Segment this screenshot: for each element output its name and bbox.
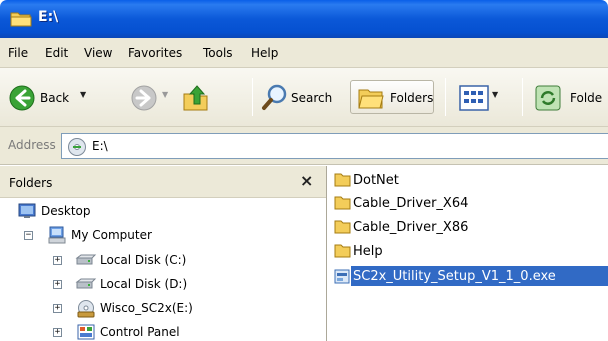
forward-arrow-icon <box>131 85 157 111</box>
file-item-cable-driver-x86[interactable]: Cable_Driver_X86 <box>334 218 604 240</box>
file-name: Cable_Driver_X64 <box>353 196 469 211</box>
folders-icon <box>358 89 384 109</box>
address-value: E:\ <box>92 139 108 153</box>
folders-button[interactable]: Folders <box>350 68 434 127</box>
my-computer-icon <box>48 226 66 244</box>
expand-icon[interactable]: + <box>53 280 62 289</box>
expand-icon[interactable]: + <box>53 328 62 337</box>
tree-item-wisco-drive-e[interactable]: + Wisco_SC2x(E:) <box>0 298 320 320</box>
back-arrow-icon <box>9 85 35 111</box>
back-dropdown-icon[interactable]: ▼ <box>80 90 86 99</box>
address-bar: Address E:\ <box>0 127 608 165</box>
up-folder-icon <box>183 85 208 111</box>
file-name: Cable_Driver_X86 <box>353 220 469 235</box>
file-item-cable-driver-x64[interactable]: Cable_Driver_X64 <box>334 194 604 216</box>
search-button[interactable]: Search <box>257 68 343 127</box>
menu-help[interactable]: Help <box>251 46 278 60</box>
tree-item-local-disk-c[interactable]: + Local Disk (C:) <box>0 250 320 272</box>
tree-item-desktop[interactable]: Desktop <box>0 201 320 223</box>
forward-dropdown-icon[interactable]: ▼ <box>162 90 168 99</box>
tree-item-label: Local Disk (D:) <box>100 277 188 291</box>
address-label: Address <box>8 138 56 152</box>
toolbar-separator <box>445 78 446 116</box>
toolbar-separator <box>522 78 523 116</box>
title-bar[interactable]: E:\ <box>0 0 608 38</box>
tree-item-label: My Computer <box>71 228 152 242</box>
tree-item-label: Local Disk (C:) <box>100 253 187 267</box>
cd-drive-icon <box>77 300 95 318</box>
desktop-icon <box>18 203 36 218</box>
tree-item-label: Control Panel <box>100 325 180 339</box>
menu-tools[interactable]: Tools <box>203 46 233 60</box>
views-button[interactable]: ▼ <box>455 68 509 127</box>
cd-drive-icon <box>68 138 86 156</box>
window-title: E:\ <box>38 9 59 25</box>
file-name: DotNet <box>353 173 399 188</box>
folder-icon <box>10 12 32 27</box>
search-label: Search <box>291 91 333 105</box>
back-button[interactable]: Back ▼ <box>4 68 122 127</box>
menu-favorites[interactable]: Favorites <box>128 46 182 60</box>
control-panel-icon <box>77 324 95 340</box>
tree-item-label: Desktop <box>41 204 91 218</box>
menu-file[interactable]: File <box>8 46 28 60</box>
hard-disk-icon <box>75 278 97 289</box>
menu-bar: File Edit View Favorites Tools Help <box>0 38 608 68</box>
back-label: Back <box>40 91 70 105</box>
folder-sync-icon <box>535 85 561 111</box>
folder-options-button[interactable]: Folde <box>530 68 608 127</box>
toolbar-separator <box>252 78 253 116</box>
up-folder-button[interactable] <box>178 68 214 127</box>
collapse-icon[interactable]: − <box>24 231 33 240</box>
hard-disk-icon <box>75 254 97 265</box>
tree-item-label: Wisco_SC2x(E:) <box>100 301 193 315</box>
folder-icon <box>334 196 351 210</box>
file-name: Help <box>353 244 383 259</box>
tree-item-my-computer[interactable]: − My Computer <box>0 225 320 247</box>
folder-icon <box>334 173 351 187</box>
file-item-help[interactable]: Help <box>334 242 604 264</box>
folder-icon <box>334 220 351 234</box>
folders-pane-header: Folders × <box>0 166 326 198</box>
expand-icon[interactable]: + <box>53 256 62 265</box>
views-icon <box>459 85 489 111</box>
folders-label: Folders <box>390 91 434 105</box>
installer-exe-icon <box>334 269 350 284</box>
menu-view[interactable]: View <box>84 46 112 60</box>
folder-icon <box>334 244 351 258</box>
tree-item-control-panel[interactable]: + Control Panel <box>0 322 320 341</box>
address-input[interactable]: E:\ <box>61 133 608 159</box>
search-icon <box>262 84 287 110</box>
menu-edit[interactable]: Edit <box>45 46 68 60</box>
forward-button[interactable]: ▼ <box>126 68 168 127</box>
file-name: SC2x_Utility_Setup_V1_1_0.exe <box>353 269 556 284</box>
folder-options-label: Folde <box>570 91 603 105</box>
views-dropdown-icon[interactable]: ▼ <box>492 90 498 99</box>
file-list: DotNet Cable_Driver_X64 Cable_Driver_X86… <box>328 166 608 341</box>
toolbar: Back ▼ ▼ Search Folders ▼ Folde <box>0 68 608 127</box>
file-item-sc2x-utility-setup[interactable]: SC2x_Utility_Setup_V1_1_0.exe <box>334 266 608 289</box>
file-item-dotnet[interactable]: DotNet <box>334 171 604 193</box>
tree-item-local-disk-d[interactable]: + Local Disk (D:) <box>0 274 320 296</box>
folders-pane-title: Folders <box>9 176 53 190</box>
close-icon[interactable]: × <box>300 171 313 190</box>
expand-icon[interactable]: + <box>53 304 62 313</box>
folders-pane: Folders × Desktop − My Computer + Local … <box>0 166 327 341</box>
